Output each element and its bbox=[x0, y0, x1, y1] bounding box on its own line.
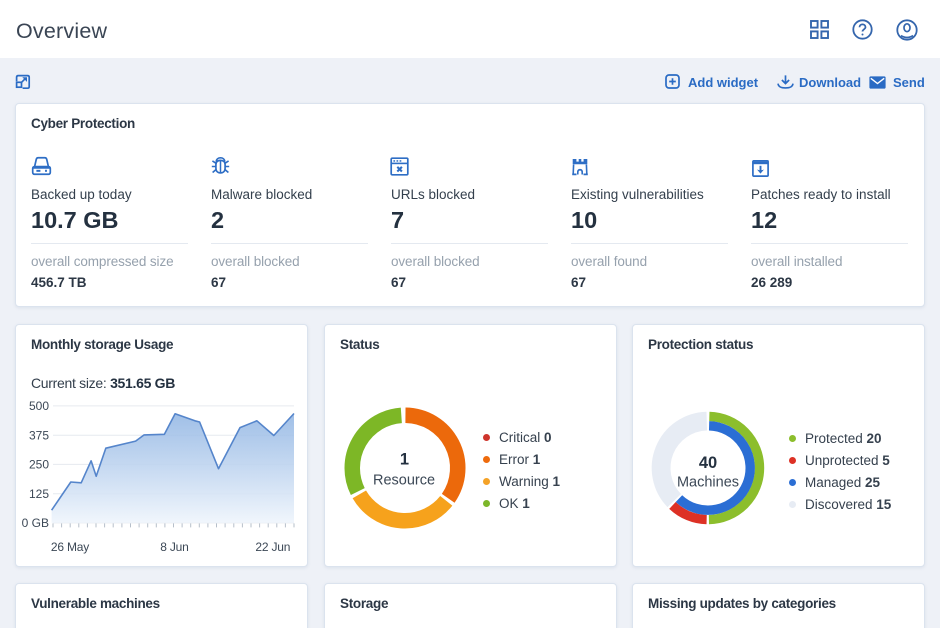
svg-text:0 GB: 0 GB bbox=[22, 516, 49, 530]
svg-text:250: 250 bbox=[29, 458, 49, 472]
svg-text:8 Jun: 8 Jun bbox=[160, 540, 188, 554]
svg-text:Machines: Machines bbox=[677, 475, 739, 491]
svg-text:125: 125 bbox=[29, 487, 49, 501]
svg-text:Resource: Resource bbox=[373, 473, 435, 489]
svg-text:22 Jun: 22 Jun bbox=[255, 540, 290, 554]
svg-text:375: 375 bbox=[29, 428, 49, 442]
svg-text:500: 500 bbox=[29, 399, 49, 413]
svg-text:1: 1 bbox=[400, 451, 409, 469]
svg-text:40: 40 bbox=[699, 454, 717, 472]
svg-text:26 May: 26 May bbox=[51, 540, 89, 554]
